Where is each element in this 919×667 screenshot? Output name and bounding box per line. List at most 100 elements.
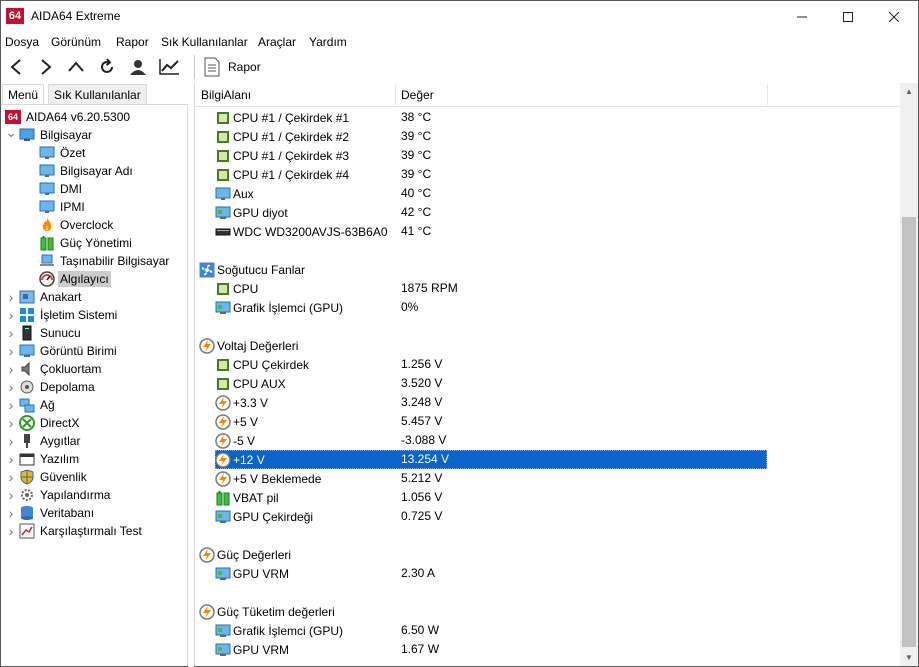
expand-closed-icon[interactable]: › — [5, 414, 17, 432]
expand-closed-icon[interactable]: › — [5, 468, 17, 486]
close-button[interactable] — [871, 1, 917, 32]
chip-icon — [215, 129, 231, 145]
tree-item[interactable]: › Anakart — [5, 288, 83, 306]
tree-item[interactable]: Overclock — [39, 216, 115, 234]
expand-closed-icon[interactable]: › — [5, 486, 17, 504]
list-row[interactable]: CPU #1 / Çekirdek #1 38 °C — [195, 108, 900, 127]
expand-closed-icon[interactable]: › — [5, 324, 17, 342]
tree-item[interactable]: › Sunucu — [5, 324, 83, 342]
tree-item[interactable]: DMI — [39, 180, 84, 198]
list-row[interactable]: GPU VRM 1.67 W — [195, 640, 900, 659]
scrollbar-thumb[interactable] — [902, 217, 916, 647]
list-row[interactable]: VBAT pil 1.056 V — [195, 488, 900, 507]
tab-menu[interactable]: Menü — [2, 84, 45, 105]
group-header-row[interactable]: Soğutucu Fanlar — [195, 260, 900, 279]
expand-closed-icon[interactable]: › — [5, 342, 17, 360]
expand-closed-icon[interactable]: › — [5, 522, 17, 540]
toolbar-separator — [194, 55, 195, 79]
tree-item[interactable]: Bilgisayar Adı — [39, 162, 135, 180]
tree-item[interactable]: › İşletim Sistemi — [5, 306, 119, 324]
up-button[interactable] — [64, 55, 88, 79]
list-row[interactable]: CPU 1875 RPM — [195, 279, 900, 298]
tree-item[interactable]: › Görüntü Birimi — [5, 342, 119, 360]
refresh-button[interactable] — [95, 55, 119, 79]
expand-closed-icon[interactable]: › — [5, 432, 17, 450]
tree-item[interactable]: Özet — [39, 144, 87, 162]
tree-item[interactable]: ⌄ Bilgisayar — [5, 123, 94, 144]
expand-closed-icon[interactable]: › — [5, 288, 17, 306]
tree-item[interactable]: › Aygıtlar — [5, 432, 82, 450]
voltage-icon — [215, 451, 231, 468]
chip-icon — [215, 357, 231, 373]
group-header-row[interactable]: Voltaj Değerleri — [195, 336, 900, 355]
menu-bar: Dosya Görünüm Rapor Sık Kullanılanlar Ar… — [1, 32, 918, 52]
tree-item[interactable]: › Depolama — [5, 378, 97, 396]
tree-item[interactable]: IPMI — [39, 198, 87, 216]
vertical-scrollbar[interactable]: ▲ ▼ — [900, 83, 918, 666]
expand-closed-icon[interactable]: › — [5, 378, 17, 396]
list-row[interactable]: -5 V -3.088 V — [195, 431, 900, 450]
tree-item[interactable]: Algılayıcı — [39, 270, 111, 288]
group-header-row[interactable]: Güç Değerleri — [195, 545, 900, 564]
field-label: +5 V — [233, 414, 259, 429]
scroll-down-arrow[interactable]: ▼ — [900, 649, 918, 666]
tree-item-label: Overclock — [60, 218, 114, 232]
forward-button[interactable] — [34, 55, 58, 79]
list-row[interactable]: CPU #1 / Çekirdek #2 39 °C — [195, 127, 900, 146]
list-row[interactable]: Grafik İşlemci (GPU) 6.50 W — [195, 621, 900, 640]
tree-item[interactable]: › Yapılandırma — [5, 486, 112, 504]
menu-sik-kullanilanlar[interactable]: Sık Kullanılanlar — [161, 35, 248, 49]
tree-item[interactable]: › Yazılım — [5, 450, 81, 468]
list-row[interactable]: CPU AUX 3.520 V — [195, 374, 900, 393]
expand-closed-icon[interactable]: › — [5, 504, 17, 522]
list-row[interactable]: CPU #1 / Çekirdek #4 39 °C — [195, 165, 900, 184]
list-row[interactable]: GPU Çekirdeği 0.725 V — [195, 507, 900, 526]
list-row[interactable]: +5 V Beklemede 5.212 V — [195, 469, 900, 488]
tree-item[interactable]: 64 AIDA64 v6.20.5300 — [5, 108, 132, 126]
menu-rapor[interactable]: Rapor — [116, 35, 149, 49]
menu-araclar[interactable]: Araçlar — [258, 35, 296, 49]
back-button[interactable] — [4, 55, 28, 79]
tree-item[interactable]: Güç Yönetimi — [39, 234, 134, 252]
tree-item[interactable]: › Karşılaştırmalı Test — [5, 522, 144, 540]
list-row[interactable]: CPU #1 / Çekirdek #3 39 °C — [195, 146, 900, 165]
menu-dosya[interactable]: Dosya — [5, 35, 39, 49]
title-bar[interactable]: 64 AIDA64 Extreme — [1, 1, 918, 32]
scroll-up-arrow[interactable]: ▲ — [900, 83, 918, 100]
list-row[interactable]: CPU Çekirdek 1.256 V — [195, 355, 900, 374]
column-header-field[interactable]: BilgiAlanı — [195, 83, 395, 107]
list-row[interactable]: WDC WD3200AVJS-63B6A0 41 °C — [195, 222, 900, 241]
tree-item[interactable]: › Çokluortam — [5, 360, 103, 378]
tree-item[interactable]: › Güvenlik — [5, 468, 89, 486]
list-row[interactable]: +12 V 13.254 V — [195, 450, 900, 469]
group-header-row[interactable]: Güç Tüketim değerleri — [195, 602, 900, 621]
menu-gorunum[interactable]: Görünüm — [51, 35, 101, 49]
expand-closed-icon[interactable]: › — [5, 450, 17, 468]
field-cell: Grafik İşlemci (GPU) — [215, 298, 343, 317]
list-row[interactable]: GPU VRM 2.30 A — [195, 564, 900, 583]
chart-button[interactable] — [157, 55, 181, 79]
column-separator[interactable] — [767, 85, 768, 105]
field-label: +12 V — [233, 452, 265, 467]
expand-closed-icon[interactable]: › — [5, 360, 17, 378]
list-row[interactable]: Aux 40 °C — [195, 184, 900, 203]
minimize-button[interactable] — [779, 1, 825, 32]
menu-yardim[interactable]: Yardım — [309, 35, 347, 49]
list-row[interactable]: Grafik İşlemci (GPU) 0% — [195, 298, 900, 317]
list-row[interactable]: +5 V 5.457 V — [195, 412, 900, 431]
expand-open-icon[interactable]: ⌄ — [5, 123, 17, 141]
column-header-value[interactable]: Değer — [395, 83, 767, 107]
expand-closed-icon[interactable]: › — [5, 306, 17, 324]
forward-arrow-icon — [41, 59, 52, 75]
tree-item[interactable]: › Veritabanı — [5, 504, 96, 522]
list-row[interactable]: +3.3 V 3.248 V — [195, 393, 900, 412]
tab-favorites[interactable]: Sık Kullanılanlar — [48, 84, 147, 105]
tree-item[interactable]: › Ağ — [5, 396, 57, 414]
tree-item[interactable]: Taşınabilir Bilgisayar — [39, 252, 171, 270]
list-row[interactable]: GPU diyot 42 °C — [195, 203, 900, 222]
expand-closed-icon[interactable]: › — [5, 396, 17, 414]
report-button[interactable]: Rapor — [204, 55, 261, 79]
maximize-button[interactable] — [825, 1, 871, 32]
tree-item[interactable]: › DirectX — [5, 414, 81, 432]
user-button[interactable] — [126, 55, 150, 79]
